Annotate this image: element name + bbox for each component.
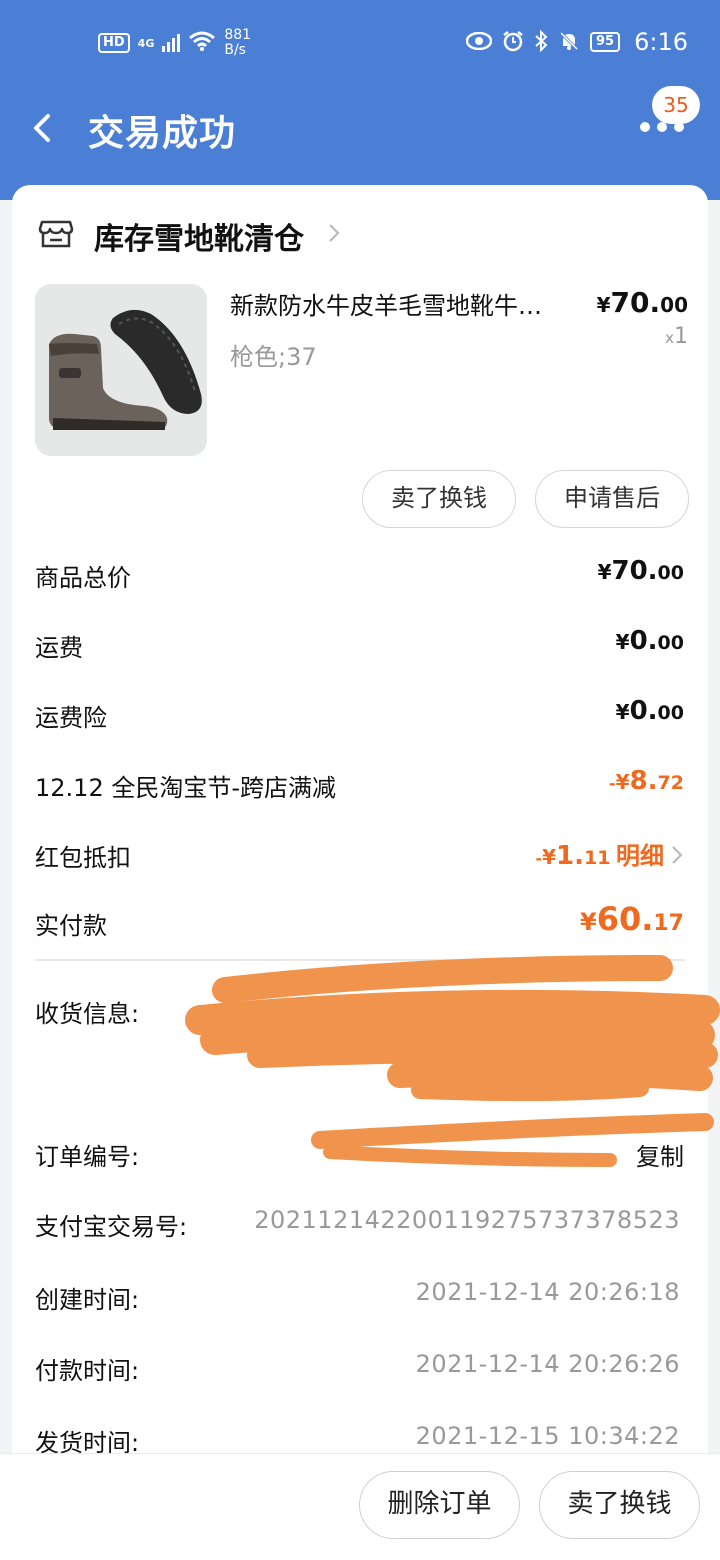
alipay-number-label: 支付宝交易号: [35, 1213, 188, 1241]
alipay-number-value: 2021121422001192757373785​23 [254, 1206, 680, 1234]
shipped-time-value: 2021-12-15 10:34:22 [415, 1422, 680, 1450]
paid-time-label: 付款时间: [35, 1357, 140, 1385]
redaction-scribble [185, 955, 720, 1167]
delete-order-button[interactable]: 删除订单 [359, 1471, 520, 1539]
created-time-label: 创建时间: [35, 1286, 140, 1314]
sell-for-cash-button[interactable]: 卖了换钱 [539, 1471, 700, 1539]
created-time-value: 2021-12-14 20:26:18 [415, 1278, 680, 1306]
paid-time-value: 2021-12-14 20:26:26 [415, 1350, 680, 1378]
